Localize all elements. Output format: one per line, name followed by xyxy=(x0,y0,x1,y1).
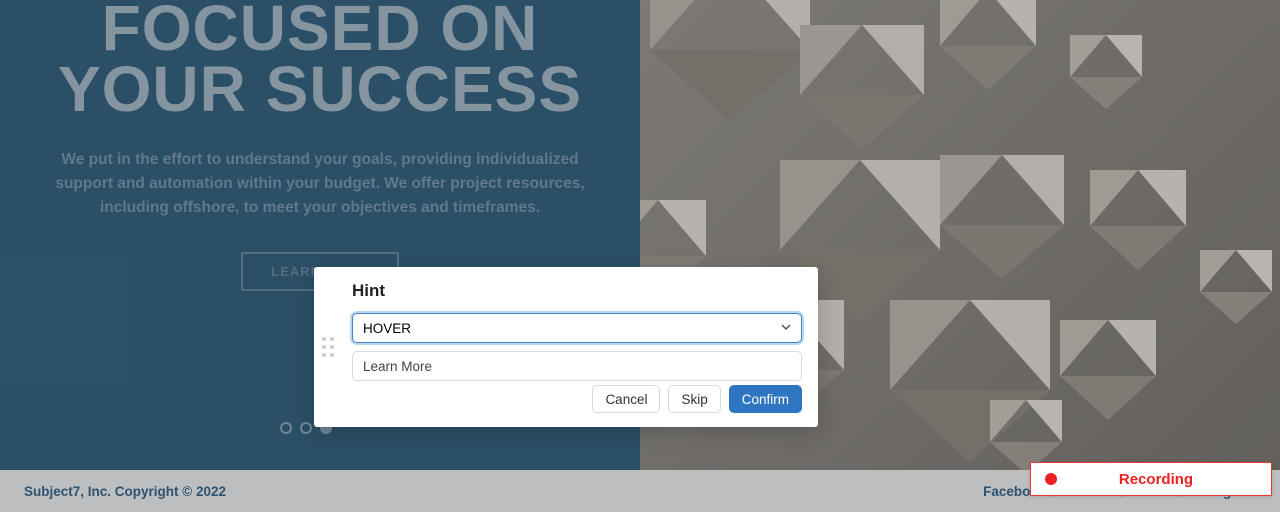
confirm-button[interactable]: Confirm xyxy=(729,385,802,413)
locator-text-input[interactable] xyxy=(352,351,802,381)
record-icon xyxy=(1045,473,1057,485)
grip-icon xyxy=(322,337,334,357)
dialog-drag-handle[interactable] xyxy=(314,267,342,427)
recording-indicator[interactable]: Recording xyxy=(1030,462,1272,496)
skip-button[interactable]: Skip xyxy=(668,385,720,413)
action-select[interactable]: HOVER xyxy=(352,313,802,343)
recording-label: Recording xyxy=(1031,471,1271,488)
modal-backdrop xyxy=(0,0,1280,512)
hint-dialog: Hint HOVER Cancel Skip Confirm xyxy=(314,267,818,427)
dialog-title: Hint xyxy=(352,281,802,301)
cancel-button[interactable]: Cancel xyxy=(592,385,660,413)
